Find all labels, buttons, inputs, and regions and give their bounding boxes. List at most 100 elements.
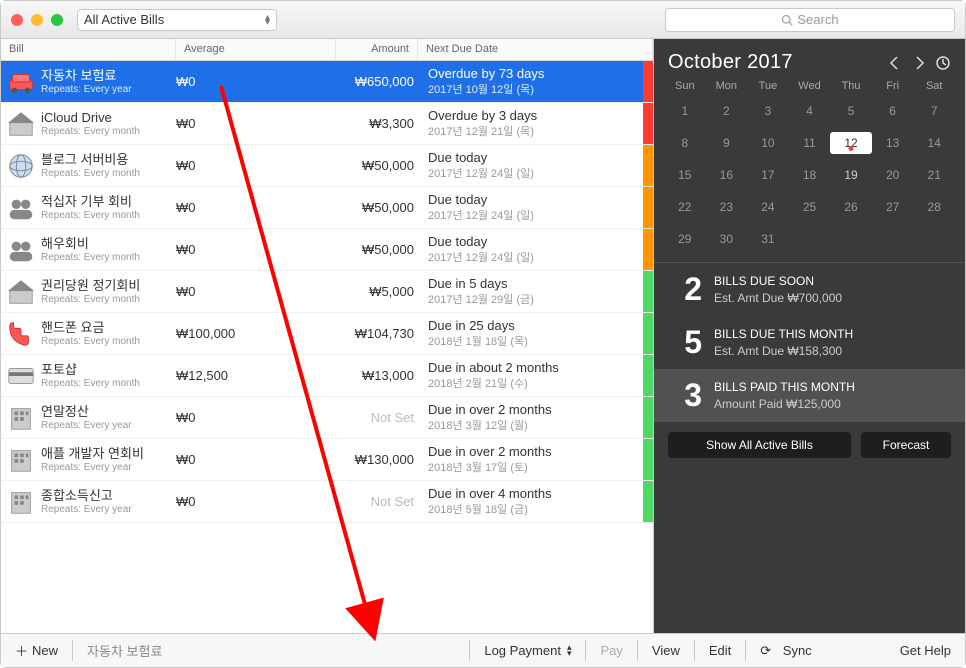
- calendar-day[interactable]: 20: [872, 164, 914, 186]
- calendar-day[interactable]: 15: [664, 164, 706, 186]
- summary-row[interactable]: 3BILLS PAID THIS MONTHAmount Paid ₩125,0…: [654, 369, 965, 422]
- calendar-day[interactable]: 25: [789, 196, 831, 218]
- calendar-prev-icon[interactable]: [887, 55, 903, 71]
- view-button[interactable]: View: [638, 634, 694, 667]
- log-payment-button[interactable]: Log Payment▴▾: [470, 634, 585, 667]
- calendar-day[interactable]: 18: [789, 164, 831, 186]
- calendar-dow: Thu: [830, 80, 872, 92]
- calendar-next-icon[interactable]: [911, 55, 927, 71]
- edit-button[interactable]: Edit: [695, 634, 745, 667]
- summary-row[interactable]: 5BILLS DUE THIS MONTHEst. Amt Due ₩158,3…: [654, 316, 965, 369]
- calendar-day[interactable]: 13: [872, 132, 914, 154]
- summary-row[interactable]: 2BILLS DUE SOONEst. Amt Due ₩700,000: [654, 263, 965, 316]
- bill-amount: ₩5,000: [336, 284, 418, 299]
- plus-icon: ＋: [15, 641, 28, 660]
- bill-status-color: [643, 481, 653, 522]
- bill-status-color: [643, 229, 653, 270]
- selected-bill-label: 자동차 보험료: [73, 634, 469, 667]
- calendar-day[interactable]: 26: [830, 196, 872, 218]
- bill-amount: Not Set: [336, 410, 418, 425]
- table-row[interactable]: 자동차 보험료 Repeats: Every year ₩0 ₩650,000 …: [1, 61, 653, 103]
- calendar-day[interactable]: 12: [830, 132, 872, 154]
- summary-sub: Est. Amt Due ₩700,000: [714, 290, 842, 306]
- calendar-day[interactable]: 31: [747, 228, 789, 250]
- bill-average: ₩0: [176, 452, 336, 467]
- calendar-day[interactable]: 27: [872, 196, 914, 218]
- column-headers: Bill Average Amount Next Due Date: [1, 39, 653, 61]
- bill-amount: ₩50,000: [336, 242, 418, 257]
- col-header-bill[interactable]: Bill: [1, 39, 176, 60]
- calendar-day[interactable]: 1: [664, 100, 706, 122]
- calendar-dow: Fri: [872, 80, 914, 92]
- calendar-day[interactable]: 19: [830, 164, 872, 186]
- zoom-button[interactable]: [51, 14, 63, 26]
- table-row[interactable]: 종합소득신고 Repeats: Every year ₩0 Not Set Du…: [1, 481, 653, 523]
- bill-due-status: Due in about 2 months: [428, 360, 643, 375]
- table-row[interactable]: 적십자 기부 회비 Repeats: Every month ₩0 ₩50,00…: [1, 187, 653, 229]
- bill-repeat: Repeats: Every month: [41, 168, 176, 179]
- col-header-amount[interactable]: Amount: [336, 39, 418, 60]
- calendar-day[interactable]: 2: [706, 100, 748, 122]
- table-row[interactable]: 애플 개발자 연회비 Repeats: Every year ₩0 ₩130,0…: [1, 439, 653, 481]
- calendar-day[interactable]: 3: [747, 100, 789, 122]
- bill-amount: ₩130,000: [336, 452, 418, 467]
- calendar-day[interactable]: 30: [706, 228, 748, 250]
- bill-due-status: Due in over 4 months: [428, 486, 643, 501]
- bill-average: ₩0: [176, 494, 336, 509]
- bill-status-color: [643, 313, 653, 354]
- pay-button[interactable]: Pay: [586, 634, 636, 667]
- table-row[interactable]: 연말정산 Repeats: Every year ₩0 Not Set Due …: [1, 397, 653, 439]
- calendar-day[interactable]: 24: [747, 196, 789, 218]
- bill-icon: [1, 319, 41, 349]
- calendar-day[interactable]: 5: [830, 100, 872, 122]
- calendar-day[interactable]: 4: [789, 100, 831, 122]
- calendar-day[interactable]: 11: [789, 132, 831, 154]
- calendar-day[interactable]: 14: [913, 132, 955, 154]
- table-row[interactable]: 해우회비 Repeats: Every month ₩0 ₩50,000 Due…: [1, 229, 653, 271]
- calendar-day[interactable]: 29: [664, 228, 706, 250]
- bill-repeat: Repeats: Every month: [41, 378, 176, 389]
- calendar-today-icon[interactable]: [935, 55, 951, 71]
- table-row[interactable]: iCloud Drive Repeats: Every month ₩0 ₩3,…: [1, 103, 653, 145]
- calendar-day[interactable]: 8: [664, 132, 706, 154]
- calendar-day[interactable]: 7: [913, 100, 955, 122]
- close-button[interactable]: [11, 14, 23, 26]
- table-row[interactable]: 포토샵 Repeats: Every month ₩12,500 ₩13,000…: [1, 355, 653, 397]
- bill-due-status: Due today: [428, 234, 643, 249]
- bill-list-panel: Bill Average Amount Next Due Date 자동차 보험…: [1, 39, 654, 633]
- footer-toolbar: ＋New 자동차 보험료 Log Payment▴▾ Pay View Edit…: [1, 633, 965, 667]
- summary-sub: Amount Paid ₩125,000: [714, 396, 855, 412]
- calendar-day[interactable]: 17: [747, 164, 789, 186]
- bill-status-color: [643, 271, 653, 312]
- minimize-button[interactable]: [31, 14, 43, 26]
- col-header-due[interactable]: Next Due Date: [418, 39, 653, 60]
- sync-button[interactable]: ⟳ Sync: [746, 634, 825, 667]
- search-input[interactable]: Search: [665, 8, 955, 32]
- calendar-day[interactable]: 9: [706, 132, 748, 154]
- calendar-day[interactable]: 21: [913, 164, 955, 186]
- dropdown-arrows-icon: ▴▾: [567, 645, 572, 656]
- bill-status-color: [643, 187, 653, 228]
- calendar-day[interactable]: 28: [913, 196, 955, 218]
- bill-due-date: 2018년 1월 18일 (목): [428, 333, 643, 349]
- table-row[interactable]: 블로그 서버비용 Repeats: Every month ₩0 ₩50,000…: [1, 145, 653, 187]
- table-row[interactable]: 핸드폰 요금 Repeats: Every month ₩100,000 ₩10…: [1, 313, 653, 355]
- bill-due-status: Due in over 2 months: [428, 402, 643, 417]
- col-header-average[interactable]: Average: [176, 39, 336, 60]
- bill-amount: ₩3,300: [336, 116, 418, 131]
- search-placeholder: Search: [797, 12, 838, 27]
- calendar-day[interactable]: 6: [872, 100, 914, 122]
- calendar-day[interactable]: 23: [706, 196, 748, 218]
- calendar-day[interactable]: 22: [664, 196, 706, 218]
- get-help-button[interactable]: Get Help: [886, 634, 965, 667]
- filter-dropdown[interactable]: All Active Bills ▴▾: [77, 9, 277, 31]
- show-all-active-bills-button[interactable]: Show All Active Bills: [668, 432, 851, 458]
- calendar-day[interactable]: 10: [747, 132, 789, 154]
- forecast-button[interactable]: Forecast: [861, 432, 951, 458]
- table-row[interactable]: 권리당원 정기회비 Repeats: Every month ₩0 ₩5,000…: [1, 271, 653, 313]
- bill-icon: [1, 151, 41, 181]
- sidebar-panel: October 2017 SunMonTueWedThuFriSat 12345…: [654, 39, 965, 633]
- new-button[interactable]: ＋New: [1, 634, 72, 667]
- bill-due-status: Due today: [428, 192, 643, 207]
- calendar-day[interactable]: 16: [706, 164, 748, 186]
